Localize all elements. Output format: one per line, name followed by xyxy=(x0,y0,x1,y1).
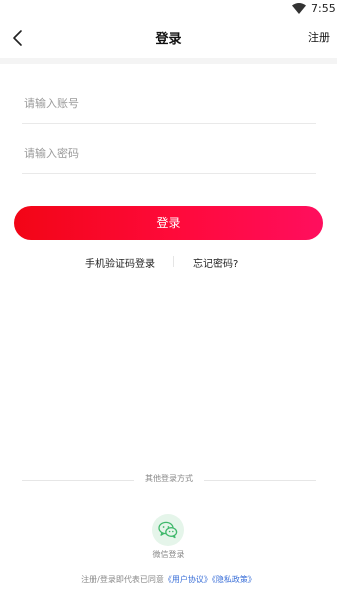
header-divider xyxy=(0,58,337,64)
login-button[interactable]: 登录 xyxy=(14,206,323,240)
other-login-divider: 其他登录方式 xyxy=(22,473,316,487)
divider-line-right xyxy=(204,480,316,481)
user-agreement-link[interactable]: 《用户协议》 xyxy=(164,575,212,584)
link-separator xyxy=(173,256,174,267)
sms-login-link[interactable]: 手机验证码登录 xyxy=(85,255,155,270)
nav-bar: 登录 注册 xyxy=(0,18,337,58)
privacy-policy-link[interactable]: 《隐私政策》 xyxy=(212,575,256,584)
wechat-login-button[interactable] xyxy=(152,514,184,546)
status-bar: 7:55 xyxy=(0,0,337,18)
agreement-prefix: 注册/登录即代表已同意 xyxy=(81,575,164,584)
register-button[interactable]: 注册 xyxy=(308,29,330,45)
account-field xyxy=(22,84,316,124)
page-title: 登录 xyxy=(155,32,182,47)
status-time: 7:55 xyxy=(311,2,336,15)
wifi-icon xyxy=(292,3,306,14)
agreement-notice: 注册/登录即代表已同意《用户协议》《隐私政策》 xyxy=(0,574,337,585)
password-field xyxy=(22,134,316,174)
forgot-password-link[interactable]: 忘记密码? xyxy=(193,255,238,270)
account-input[interactable] xyxy=(22,84,316,123)
wechat-icon xyxy=(158,521,178,539)
wechat-login-label: 微信登录 xyxy=(152,550,185,559)
other-login-title: 其他登录方式 xyxy=(145,474,193,483)
password-input[interactable] xyxy=(22,134,316,173)
